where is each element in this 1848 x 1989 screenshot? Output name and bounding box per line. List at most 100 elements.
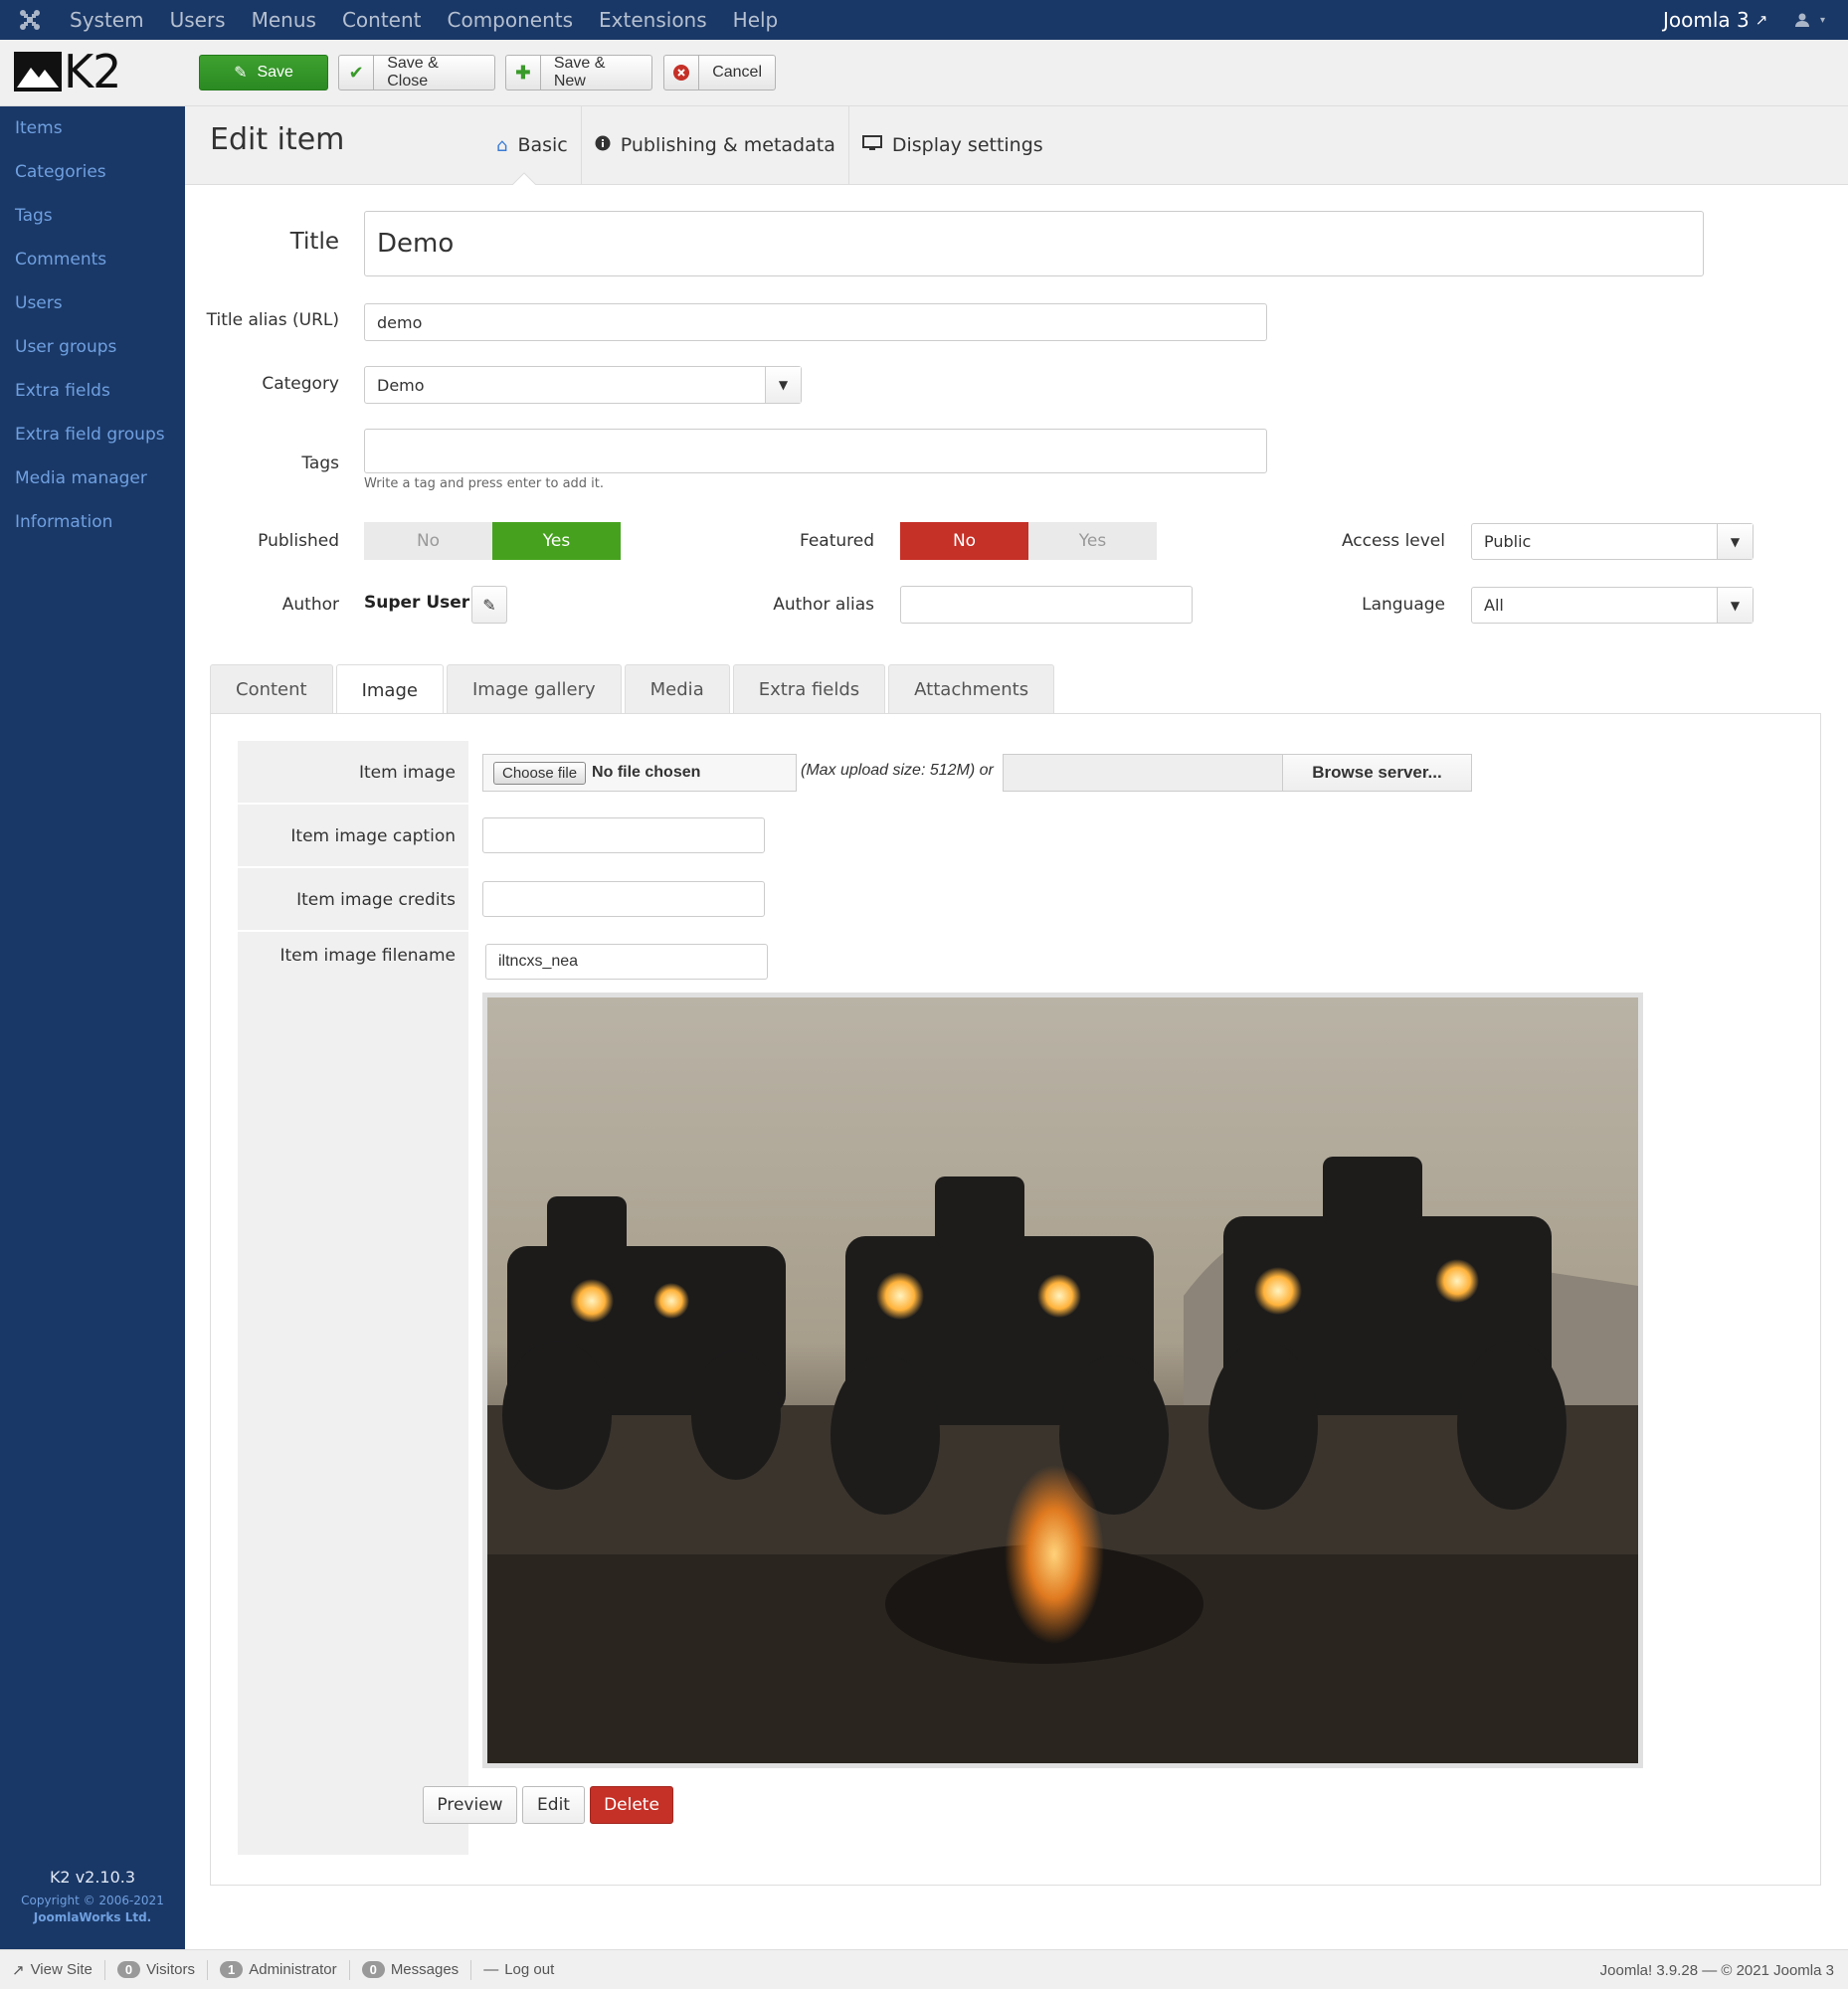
category-select[interactable]: Demo ▼ xyxy=(364,366,802,404)
view-site-link[interactable]: ↗ View Site xyxy=(0,1959,105,1980)
visitors-status[interactable]: 0 Visitors xyxy=(105,1959,208,1980)
menu-help[interactable]: Help xyxy=(733,8,779,32)
caret-down-icon: ▼ xyxy=(1717,524,1753,559)
browse-server-button[interactable]: Browse server... xyxy=(1282,755,1471,791)
company-link[interactable]: JoomlaWorks Ltd. xyxy=(0,1910,185,1924)
save-new-button[interactable]: ✚ Save & New xyxy=(505,55,652,90)
sidebar-item-user-groups[interactable]: User groups xyxy=(0,325,185,369)
language-value: All xyxy=(1484,596,1504,615)
check-icon: ✔ xyxy=(339,56,375,90)
tab-content[interactable]: Content xyxy=(210,664,333,714)
tab-extra-fields[interactable]: Extra fields xyxy=(732,664,886,714)
menu-extensions[interactable]: Extensions xyxy=(599,8,707,32)
image-caption-input[interactable] xyxy=(482,817,765,853)
tags-label: Tags xyxy=(301,453,339,473)
tab-display-settings[interactable]: Display settings xyxy=(849,106,1056,184)
sidebar-item-media-manager[interactable]: Media manager xyxy=(0,456,185,500)
sidebar-item-extra-field-groups[interactable]: Extra field groups xyxy=(0,413,185,456)
menu-users[interactable]: Users xyxy=(170,8,226,32)
title-input[interactable]: Demo xyxy=(364,211,1704,276)
edit-image-button[interactable]: Edit xyxy=(522,1786,585,1824)
featured-toggle: No Yes xyxy=(900,522,1157,560)
server-path-input[interactable] xyxy=(1004,755,1282,791)
tags-input[interactable] xyxy=(364,429,1267,473)
alias-input[interactable]: demo xyxy=(364,303,1267,341)
item-image-credits-label: Item image credits xyxy=(238,868,468,932)
sidebar-item-items[interactable]: Items xyxy=(0,106,185,150)
image-tab-panel: Item image Item image caption Item image… xyxy=(210,713,1821,1886)
caret-down-icon: ▼ xyxy=(765,367,801,403)
published-yes-button[interactable]: Yes xyxy=(492,522,621,560)
sidebar-item-categories[interactable]: Categories xyxy=(0,150,185,194)
k2-logo-text: K2 xyxy=(64,45,121,98)
logout-link[interactable]: — Log out xyxy=(471,1960,566,1980)
title-label: Title xyxy=(289,229,339,255)
k2-mountain-icon xyxy=(14,52,62,91)
site-link-label: Joomla 3 xyxy=(1663,8,1750,32)
cancel-circle-icon xyxy=(664,56,700,90)
logout-label: Log out xyxy=(504,1961,555,1978)
save-button[interactable]: ✎ Save xyxy=(199,55,328,90)
sidebar-item-information[interactable]: Information xyxy=(0,500,185,544)
k2-logo[interactable]: K2 xyxy=(14,45,121,98)
alias-label: Title alias (URL) xyxy=(206,310,339,330)
image-filename-input[interactable]: iltncxs_nea xyxy=(485,944,768,980)
sidebar-item-users[interactable]: Users xyxy=(0,281,185,325)
joomla-logo-icon[interactable] xyxy=(18,8,42,32)
save-close-label: Save & Close xyxy=(387,55,439,90)
choose-file-button[interactable]: Choose file xyxy=(493,761,587,785)
sidebar-item-tags[interactable]: Tags xyxy=(0,194,185,238)
tab-image-gallery[interactable]: Image gallery xyxy=(446,664,622,714)
featured-yes-button[interactable]: Yes xyxy=(1028,522,1157,560)
menu-content[interactable]: Content xyxy=(342,8,422,32)
preview-image-button[interactable]: Preview xyxy=(423,1786,517,1824)
monitor-icon xyxy=(861,134,882,156)
language-select[interactable]: All ▼ xyxy=(1471,587,1754,624)
page-title: Edit item xyxy=(210,122,345,157)
author-alias-input[interactable] xyxy=(900,586,1193,624)
tab-publishing-metadata[interactable]: Publishing & metadata xyxy=(582,106,849,184)
published-no-button[interactable]: No xyxy=(364,522,492,560)
home-icon: ⌂ xyxy=(496,134,508,156)
sidebar-item-extra-fields[interactable]: Extra fields xyxy=(0,369,185,413)
category-label: Category xyxy=(262,374,339,394)
site-link[interactable]: Joomla 3 ↗ xyxy=(1663,0,1767,40)
featured-no-button[interactable]: No xyxy=(900,522,1028,560)
menu-menus[interactable]: Menus xyxy=(252,8,316,32)
administrator-status[interactable]: 1 Administrator xyxy=(208,1959,350,1980)
delete-image-button[interactable]: Delete xyxy=(590,1786,673,1824)
save-close-button[interactable]: ✔ Save & Close xyxy=(338,55,495,90)
image-labels-column: Item image Item image caption Item image… xyxy=(238,741,468,1855)
external-link-icon: ↗ xyxy=(1755,11,1768,29)
sidebar-item-comments[interactable]: Comments xyxy=(0,238,185,281)
menu-system[interactable]: System xyxy=(70,8,144,32)
item-image-preview xyxy=(482,993,1643,1768)
header-tabs: ⌂ Basic Publishing & metadata Display se… xyxy=(483,106,1056,184)
info-circle-icon xyxy=(595,135,611,156)
messages-status[interactable]: 0 Messages xyxy=(350,1959,472,1980)
atv-campfire-photo xyxy=(487,997,1638,1763)
edit-icon: ✎ xyxy=(234,65,248,82)
author-value: Super User xyxy=(364,593,470,613)
item-image-caption-label: Item image caption xyxy=(238,805,468,868)
tab-media[interactable]: Media xyxy=(624,664,730,714)
language-label: Language xyxy=(1362,595,1445,615)
active-tab-pointer xyxy=(511,172,537,186)
edit-author-button[interactable]: ✎ xyxy=(471,586,507,624)
save-new-label: Save & New xyxy=(553,55,606,90)
minus-icon: — xyxy=(483,1961,499,1978)
browse-server-group: Browse server... xyxy=(1003,754,1472,792)
user-menu[interactable]: ▾ xyxy=(1794,0,1825,40)
tab-attachments[interactable]: Attachments xyxy=(888,664,1055,714)
cancel-button[interactable]: Cancel xyxy=(663,55,776,90)
tab-image[interactable]: Image xyxy=(335,664,444,715)
file-input[interactable]: Choose file No file chosen xyxy=(482,754,797,792)
pencil-icon: ✎ xyxy=(482,595,496,615)
view-site-label: View Site xyxy=(30,1961,92,1978)
top-navbar: System Users Menus Content Components Ex… xyxy=(0,0,1848,40)
menu-components[interactable]: Components xyxy=(448,8,574,32)
image-credits-input[interactable] xyxy=(482,881,765,917)
messages-badge: 0 xyxy=(361,1961,385,1978)
access-level-select[interactable]: Public ▼ xyxy=(1471,523,1754,560)
page-header: Edit item ⌂ Basic Publishing & metadata … xyxy=(185,106,1848,186)
